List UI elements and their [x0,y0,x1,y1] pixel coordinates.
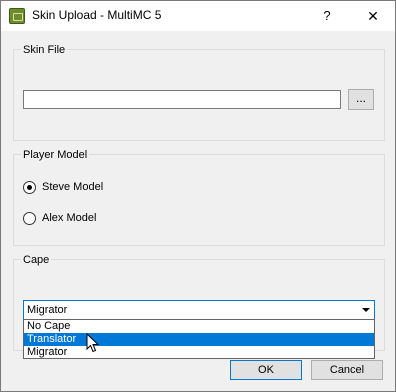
cape-selected-value: Migrator [27,304,68,316]
help-icon: ? [323,8,331,23]
steve-model-radio[interactable] [23,181,36,194]
cape-option-migrator[interactable]: Migrator [24,346,374,359]
window-title: Skin Upload - MultiMC 5 [32,8,162,22]
skin-upload-dialog: Skin Upload - MultiMC 5 ? ✕ Skin File ..… [0,0,396,392]
cape-option-translator[interactable]: Translator [24,333,374,346]
title-bar: Skin Upload - MultiMC 5 ? ✕ [1,1,395,31]
mouse-cursor-icon [86,333,100,353]
ok-button[interactable]: OK [230,360,302,380]
cape-select[interactable]: Migrator [23,300,375,320]
alex-model-radio[interactable] [23,212,36,225]
browse-button[interactable]: ... [348,89,374,110]
help-button[interactable]: ? [304,1,350,31]
close-icon: ✕ [367,8,379,24]
cancel-button[interactable]: Cancel [311,360,383,380]
player-model-group-title: Player Model [21,148,90,162]
cape-group-title: Cape [21,253,52,267]
multimc-app-icon [9,8,25,24]
skin-file-group-title: Skin File [21,43,68,57]
steve-model-label: Steve Model [42,181,104,193]
cape-dropdown-list: No Cape Translator Migrator [23,319,375,359]
cape-option-no-cape[interactable]: No Cape [24,320,374,333]
skin-file-path-input[interactable] [23,90,341,109]
chevron-down-icon[interactable] [362,308,370,312]
alex-model-label: Alex Model [42,212,97,224]
player-model-group: Player Model [13,148,385,246]
close-button[interactable]: ✕ [350,1,396,31]
